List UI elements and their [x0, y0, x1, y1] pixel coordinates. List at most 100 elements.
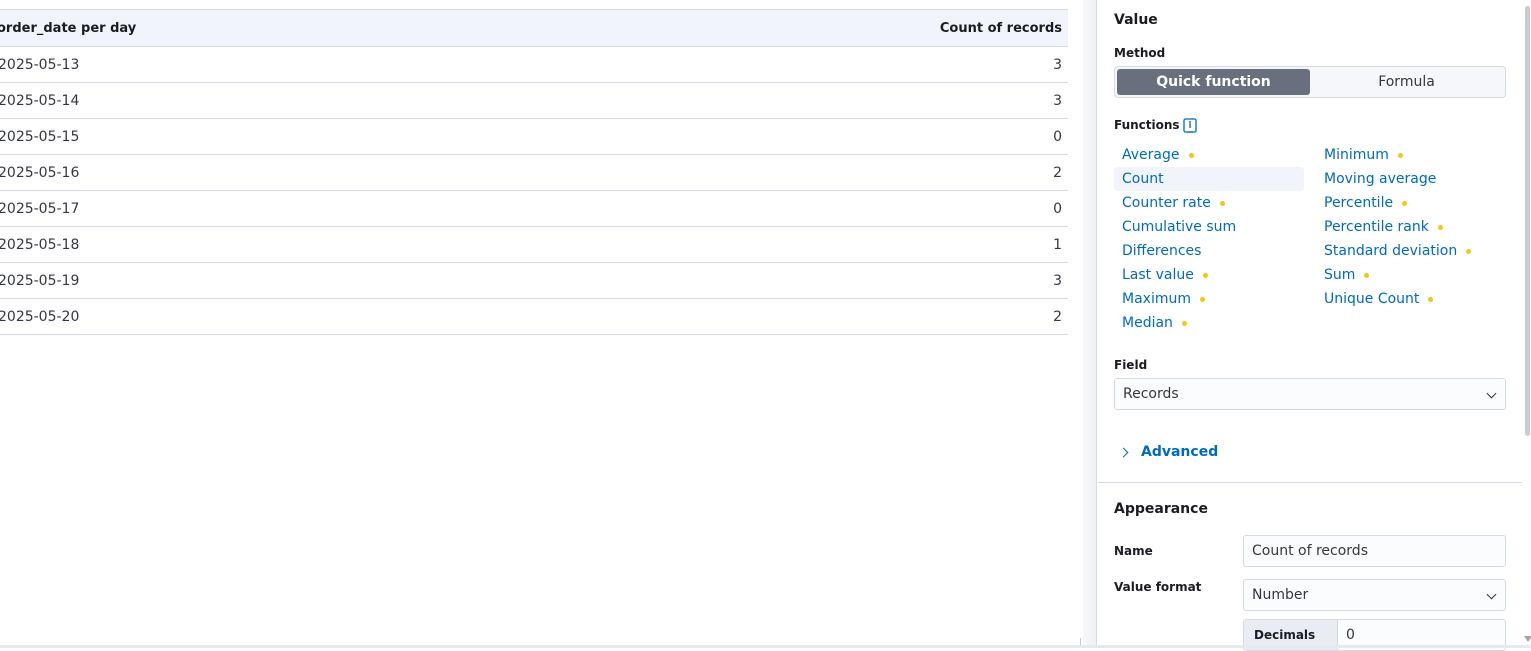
value-format-select[interactable]: Number	[1243, 579, 1506, 611]
scroll-down-arrow-icon[interactable]	[1524, 636, 1531, 642]
function-option-percentile[interactable]: Percentile	[1316, 191, 1506, 215]
functions-list-left: Average Count Counter rate Cumulative sum Di…	[1114, 143, 1304, 335]
documentation-icon[interactable]	[1183, 118, 1197, 134]
name-label: Name	[1114, 544, 1153, 558]
cell-count: 1	[1053, 236, 1062, 253]
table-row: 2025-05-16 2	[0, 155, 1068, 191]
cell-count: 0	[1053, 200, 1062, 217]
compatibility-dot-icon	[1364, 272, 1370, 278]
cell-count: 3	[1053, 92, 1062, 109]
table-row: 2025-05-18 1	[0, 227, 1068, 263]
function-option-label: Standard deviation	[1324, 243, 1458, 259]
panel-divider	[1083, 0, 1097, 648]
function-option-counter-rate[interactable]: Counter rate	[1114, 191, 1304, 215]
function-option-minimum[interactable]: Minimum	[1316, 143, 1506, 167]
cell-date: 2025-05-18	[0, 236, 80, 253]
config-panel: Value Method Quick function Formula Func…	[1098, 0, 1522, 651]
table-header: order_date per day Count of records	[0, 9, 1068, 47]
compatibility-dot-icon	[1202, 272, 1208, 278]
method-label: Method	[1114, 46, 1166, 60]
cell-date: 2025-05-20	[0, 308, 80, 325]
function-option-last-value[interactable]: Last value	[1114, 263, 1304, 287]
cell-date: 2025-05-15	[0, 128, 80, 145]
function-option-average[interactable]: Average	[1114, 143, 1304, 167]
chevron-down-icon	[1486, 589, 1497, 600]
compatibility-dot-icon	[1397, 152, 1403, 158]
cell-date: 2025-05-14	[0, 92, 80, 109]
section-divider	[1098, 482, 1522, 483]
function-option-moving-average[interactable]: Moving average	[1316, 167, 1506, 191]
method-toggle: Quick function Formula	[1114, 66, 1506, 98]
compatibility-dot-icon	[1437, 224, 1443, 230]
function-option-cumulative-sum[interactable]: Cumulative sum	[1114, 215, 1304, 239]
compatibility-dot-icon	[1466, 248, 1472, 254]
function-option-sum[interactable]: Sum	[1316, 263, 1506, 287]
cell-date: 2025-05-19	[0, 272, 80, 289]
function-option-label: Last value	[1122, 267, 1194, 283]
function-option-label: Maximum	[1122, 291, 1191, 307]
function-option-label: Percentile	[1324, 195, 1394, 211]
function-option-label: Percentile rank	[1324, 219, 1429, 235]
field-label: Field	[1114, 358, 1148, 372]
table-row: 2025-05-13 3	[0, 47, 1068, 83]
cell-date: 2025-05-16	[0, 164, 80, 181]
table-body: 2025-05-13 3 2025-05-14 3 2025-05-15 0 2025-05…	[0, 47, 1068, 335]
cell-count: 3	[1053, 272, 1062, 289]
function-option-count[interactable]: Count	[1114, 167, 1304, 191]
function-option-label: Counter rate	[1122, 195, 1211, 211]
value-format-label: Value format	[1114, 580, 1202, 594]
function-option-label: Sum	[1324, 267, 1356, 283]
cell-count: 2	[1053, 164, 1062, 181]
column-header-date[interactable]: order_date per day	[0, 21, 136, 36]
function-option-median[interactable]: Median	[1114, 311, 1304, 335]
compatibility-dot-icon	[1199, 296, 1205, 302]
name-input[interactable]: Count of records	[1243, 535, 1506, 567]
function-option-label: Cumulative sum	[1122, 219, 1237, 235]
chevron-down-icon	[1486, 388, 1497, 399]
value-format-value: Number	[1252, 587, 1309, 603]
function-option-label: Unique Count	[1324, 291, 1420, 307]
functions-label: Functions	[1114, 118, 1180, 132]
compatibility-dot-icon	[1428, 296, 1434, 302]
function-option-label: Differences	[1122, 243, 1202, 259]
function-option-standard-deviation[interactable]: Standard deviation	[1316, 239, 1506, 263]
compatibility-dot-icon	[1188, 152, 1194, 158]
function-option-label: Moving average	[1324, 171, 1437, 187]
advanced-label: Advanced	[1141, 444, 1219, 460]
datatable-visualization: order_date per day Count of records 2025…	[0, 0, 1083, 648]
function-option-unique-count[interactable]: Unique Count	[1316, 287, 1506, 311]
quick-function-button[interactable]: Quick function	[1117, 69, 1310, 95]
field-select[interactable]: Records	[1114, 378, 1506, 410]
table-row: 2025-05-17 0	[0, 191, 1068, 227]
table-row: 2025-05-15 0	[0, 119, 1068, 155]
table-row: 2025-05-19 3	[0, 263, 1068, 299]
function-option-differences[interactable]: Differences	[1114, 239, 1304, 263]
function-option-label: Minimum	[1324, 147, 1389, 163]
table-row: 2025-05-14 3	[0, 83, 1068, 119]
compatibility-dot-icon	[1219, 200, 1225, 206]
data-table: order_date per day Count of records 2025…	[0, 9, 1068, 335]
chevron-right-icon	[1118, 447, 1129, 457]
function-option-label: Count	[1122, 171, 1164, 187]
cell-date: 2025-05-13	[0, 56, 80, 73]
function-option-label: Median	[1122, 315, 1173, 331]
field-select-value: Records	[1123, 386, 1179, 402]
functions-list-right: Minimum Moving average Percentile Percentil…	[1316, 143, 1506, 311]
compatibility-dot-icon	[1402, 200, 1408, 206]
function-option-label: Average	[1122, 147, 1180, 163]
compatibility-dot-icon	[1181, 320, 1187, 326]
cell-date: 2025-05-17	[0, 200, 80, 217]
name-input-value: Count of records	[1252, 543, 1368, 559]
formula-button[interactable]: Formula	[1310, 69, 1503, 95]
advanced-toggle[interactable]: Advanced	[1118, 444, 1219, 460]
function-option-maximum[interactable]: Maximum	[1114, 287, 1304, 311]
table-row: 2025-05-20 2	[0, 299, 1068, 335]
function-option-percentile-rank[interactable]: Percentile rank	[1316, 215, 1506, 239]
value-section-title: Value	[1114, 12, 1158, 28]
appearance-section-title: Appearance	[1114, 501, 1208, 517]
cell-count: 0	[1053, 128, 1062, 145]
column-header-count[interactable]: Count of records	[940, 21, 1062, 36]
scrollbar-thumb[interactable]	[1525, 6, 1530, 436]
cell-count: 2	[1053, 308, 1062, 325]
cell-count: 3	[1053, 56, 1062, 73]
